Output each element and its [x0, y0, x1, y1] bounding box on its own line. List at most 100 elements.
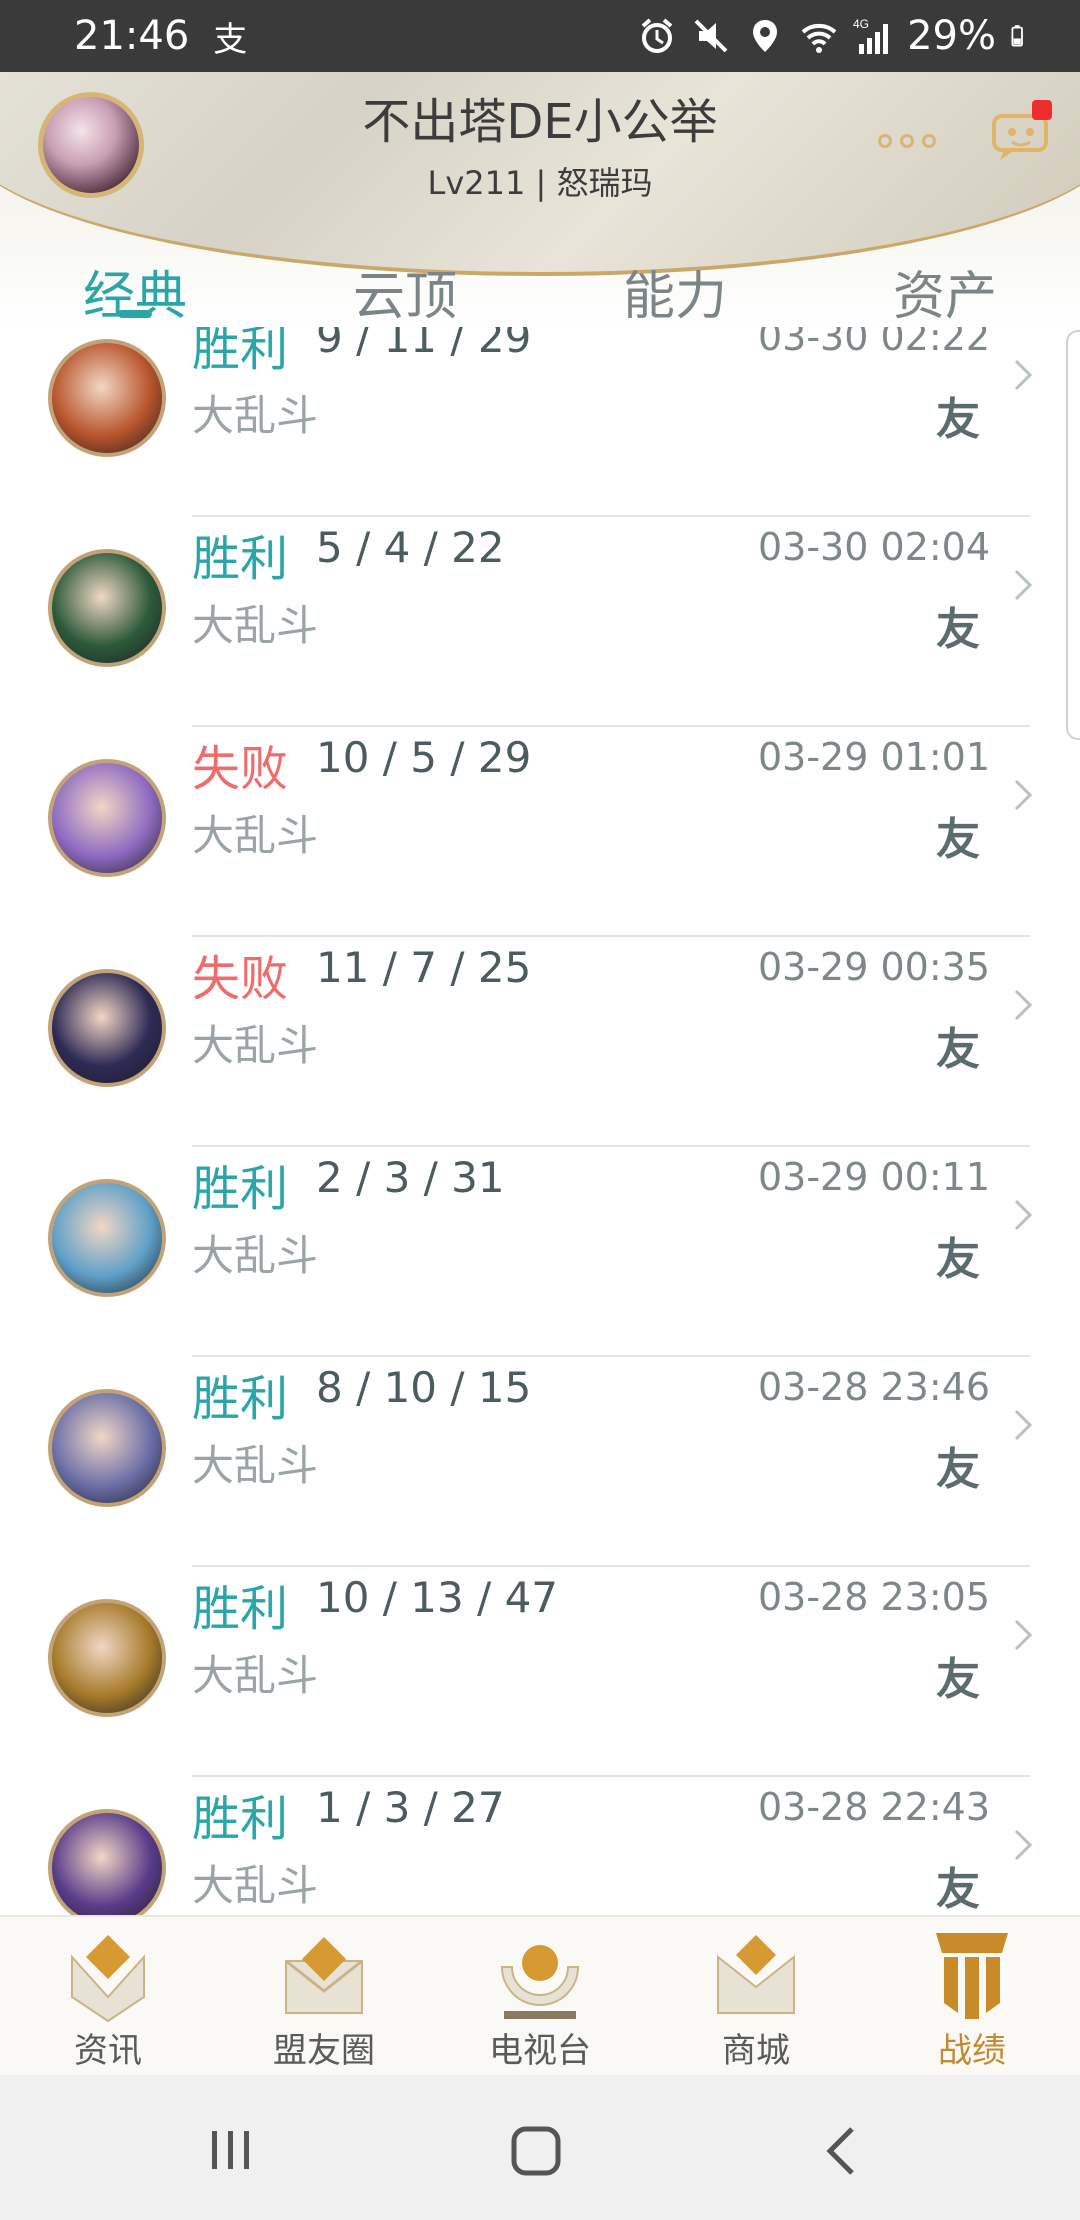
- alipay-icon: 支: [213, 19, 248, 60]
- hero-avatar: [48, 1809, 166, 1915]
- match-kda: 5 / 4 / 22: [316, 523, 505, 572]
- friend-badge: 友: [936, 1024, 980, 1075]
- news-icon: [71, 1935, 145, 2023]
- match-time: 03-29 00:35: [757, 945, 990, 989]
- match-mode: 大乱斗: [192, 1651, 319, 1700]
- svg-text:4G: 4G: [853, 17, 869, 31]
- match-mode: 大乱斗: [192, 1861, 319, 1910]
- tab-label: 能力: [622, 267, 727, 327]
- match-row[interactable]: 胜利 10 / 13 / 47 大乱斗 03-28 23:05 友: [0, 1567, 1080, 1777]
- hero-avatar: [48, 549, 166, 667]
- nav-label: 电视台: [489, 2031, 591, 2071]
- match-result: 失败: [192, 741, 289, 797]
- match-row[interactable]: 胜利 1 / 3 / 27 大乱斗 03-28 22:43 友: [0, 1777, 1080, 1915]
- nav-tv[interactable]: 电视台: [432, 1917, 648, 2077]
- match-time: 03-29 00:11: [757, 1155, 990, 1199]
- nav-label: 盟友圈: [273, 2031, 375, 2071]
- match-time: 03-28 23:05: [757, 1575, 990, 1619]
- wifi-icon: [801, 23, 837, 53]
- match-kda: 2 / 3 / 31: [316, 1153, 505, 1202]
- nav-label: 战绩: [938, 2031, 1006, 2071]
- match-mode: 大乱斗: [192, 1441, 319, 1490]
- tv-icon: [500, 1945, 580, 2019]
- hero-avatar: [48, 969, 166, 1087]
- match-result: 胜利: [192, 327, 289, 377]
- hero-avatar: [48, 1389, 166, 1507]
- nav-friends-circle[interactable]: 盟友圈: [216, 1917, 432, 2077]
- match-row[interactable]: 失败 10 / 5 / 29 大乱斗 03-29 01:01 友: [0, 727, 1080, 937]
- back-icon[interactable]: [822, 2125, 862, 2177]
- match-time: 03-30 02:22: [757, 327, 990, 359]
- battery-percent: 29%: [907, 13, 996, 59]
- match-kda: 11 / 7 / 25: [316, 943, 532, 992]
- match-mode: 大乱斗: [192, 1231, 319, 1280]
- status-bar: 21:46 支 4G 29%: [0, 0, 1080, 72]
- chevron-right-icon: [1014, 569, 1033, 601]
- active-tab-indicator: [118, 310, 152, 318]
- match-result: 胜利: [192, 1791, 289, 1847]
- match-time: 03-28 22:43: [757, 1785, 990, 1829]
- nav-record[interactable]: 战绩: [864, 1917, 1080, 2077]
- friend-badge: 友: [936, 1654, 980, 1705]
- chevron-right-icon: [1014, 1199, 1033, 1231]
- tab-bar: 经典 云顶 能力 资产: [0, 224, 1080, 327]
- mute-icon: [694, 19, 728, 53]
- hero-avatar: [48, 1179, 166, 1297]
- friend-badge: 友: [936, 604, 980, 655]
- home-icon[interactable]: [510, 2125, 562, 2177]
- match-time: 03-30 02:04: [757, 525, 990, 569]
- friend-badge: 友: [936, 814, 980, 865]
- tab-tft[interactable]: 云顶: [270, 224, 540, 327]
- alarm-icon: [641, 18, 673, 53]
- friend-badge: 友: [936, 1234, 980, 1285]
- match-mode: 大乱斗: [192, 601, 319, 650]
- chevron-right-icon: [1014, 989, 1033, 1021]
- profile-header: 不出塔DE小公举 Lv211 | 怒瑞玛 经典 云顶 能力 资产: [0, 72, 1080, 327]
- match-row[interactable]: 胜利 5 / 4 / 22 大乱斗 03-30 02:04 友: [0, 517, 1080, 727]
- match-kda: 10 / 5 / 29: [316, 733, 532, 782]
- match-kda: 9 / 11 / 29: [316, 327, 532, 362]
- notification-dot: [1032, 100, 1052, 120]
- battery-icon: [1011, 25, 1023, 47]
- bottom-nav: 资讯 盟友圈 电视台 商城 战绩: [0, 1915, 1080, 2077]
- match-row[interactable]: 失败 11 / 7 / 25 大乱斗 03-29 00:35 友: [0, 937, 1080, 1147]
- side-scroll-handle[interactable]: [1066, 330, 1080, 740]
- status-time: 21:46: [74, 13, 190, 59]
- nav-shop[interactable]: 商城: [648, 1917, 864, 2077]
- tab-assets[interactable]: 资产: [810, 224, 1080, 327]
- 4g-signal-icon: 4G: [853, 17, 889, 54]
- user-level-server: Lv211 | 怒瑞玛: [427, 164, 653, 202]
- match-mode: 大乱斗: [192, 811, 319, 860]
- match-result: 胜利: [192, 1161, 289, 1217]
- match-row[interactable]: 胜利 8 / 10 / 15 大乱斗 03-28 23:46 友: [0, 1357, 1080, 1567]
- tab-label: 资产: [892, 267, 997, 327]
- hero-avatar: [48, 1599, 166, 1717]
- match-kda: 10 / 13 / 47: [316, 1573, 559, 1622]
- match-row[interactable]: 胜利 9 / 11 / 29 大乱斗 03-30 02:22 友: [0, 327, 1080, 517]
- match-time: 03-29 01:01: [757, 735, 990, 779]
- match-row[interactable]: 胜利 2 / 3 / 31 大乱斗 03-29 00:11 友: [0, 1147, 1080, 1357]
- match-result: 胜利: [192, 1371, 289, 1427]
- record-icon: [936, 1933, 1008, 2019]
- friend-badge: 友: [936, 394, 980, 445]
- match-result: 失败: [192, 951, 289, 1007]
- friends-circle-icon: [285, 1937, 363, 2014]
- system-navigation-bar: [0, 2075, 1080, 2220]
- recent-apps-icon[interactable]: [206, 2125, 256, 2175]
- tab-label: 云顶: [352, 267, 457, 327]
- hero-avatar: [48, 759, 166, 877]
- match-time: 03-28 23:46: [757, 1365, 990, 1409]
- nav-news[interactable]: 资讯: [0, 1917, 216, 2077]
- match-mode: 大乱斗: [192, 391, 319, 440]
- match-history-list[interactable]: 胜利 9 / 11 / 29 大乱斗 03-30 02:22 友 胜利 5 / …: [0, 327, 1080, 1915]
- tab-label: 经典: [82, 267, 187, 327]
- hero-avatar: [48, 339, 166, 457]
- match-kda: 8 / 10 / 15: [316, 1363, 532, 1412]
- chevron-right-icon: [1014, 1829, 1033, 1861]
- more-options-icon[interactable]: [878, 134, 936, 148]
- tab-classic[interactable]: 经典: [0, 224, 270, 327]
- chevron-right-icon: [1014, 1619, 1033, 1651]
- friend-badge: 友: [936, 1444, 980, 1495]
- match-result: 胜利: [192, 531, 289, 587]
- tab-ability[interactable]: 能力: [540, 224, 810, 327]
